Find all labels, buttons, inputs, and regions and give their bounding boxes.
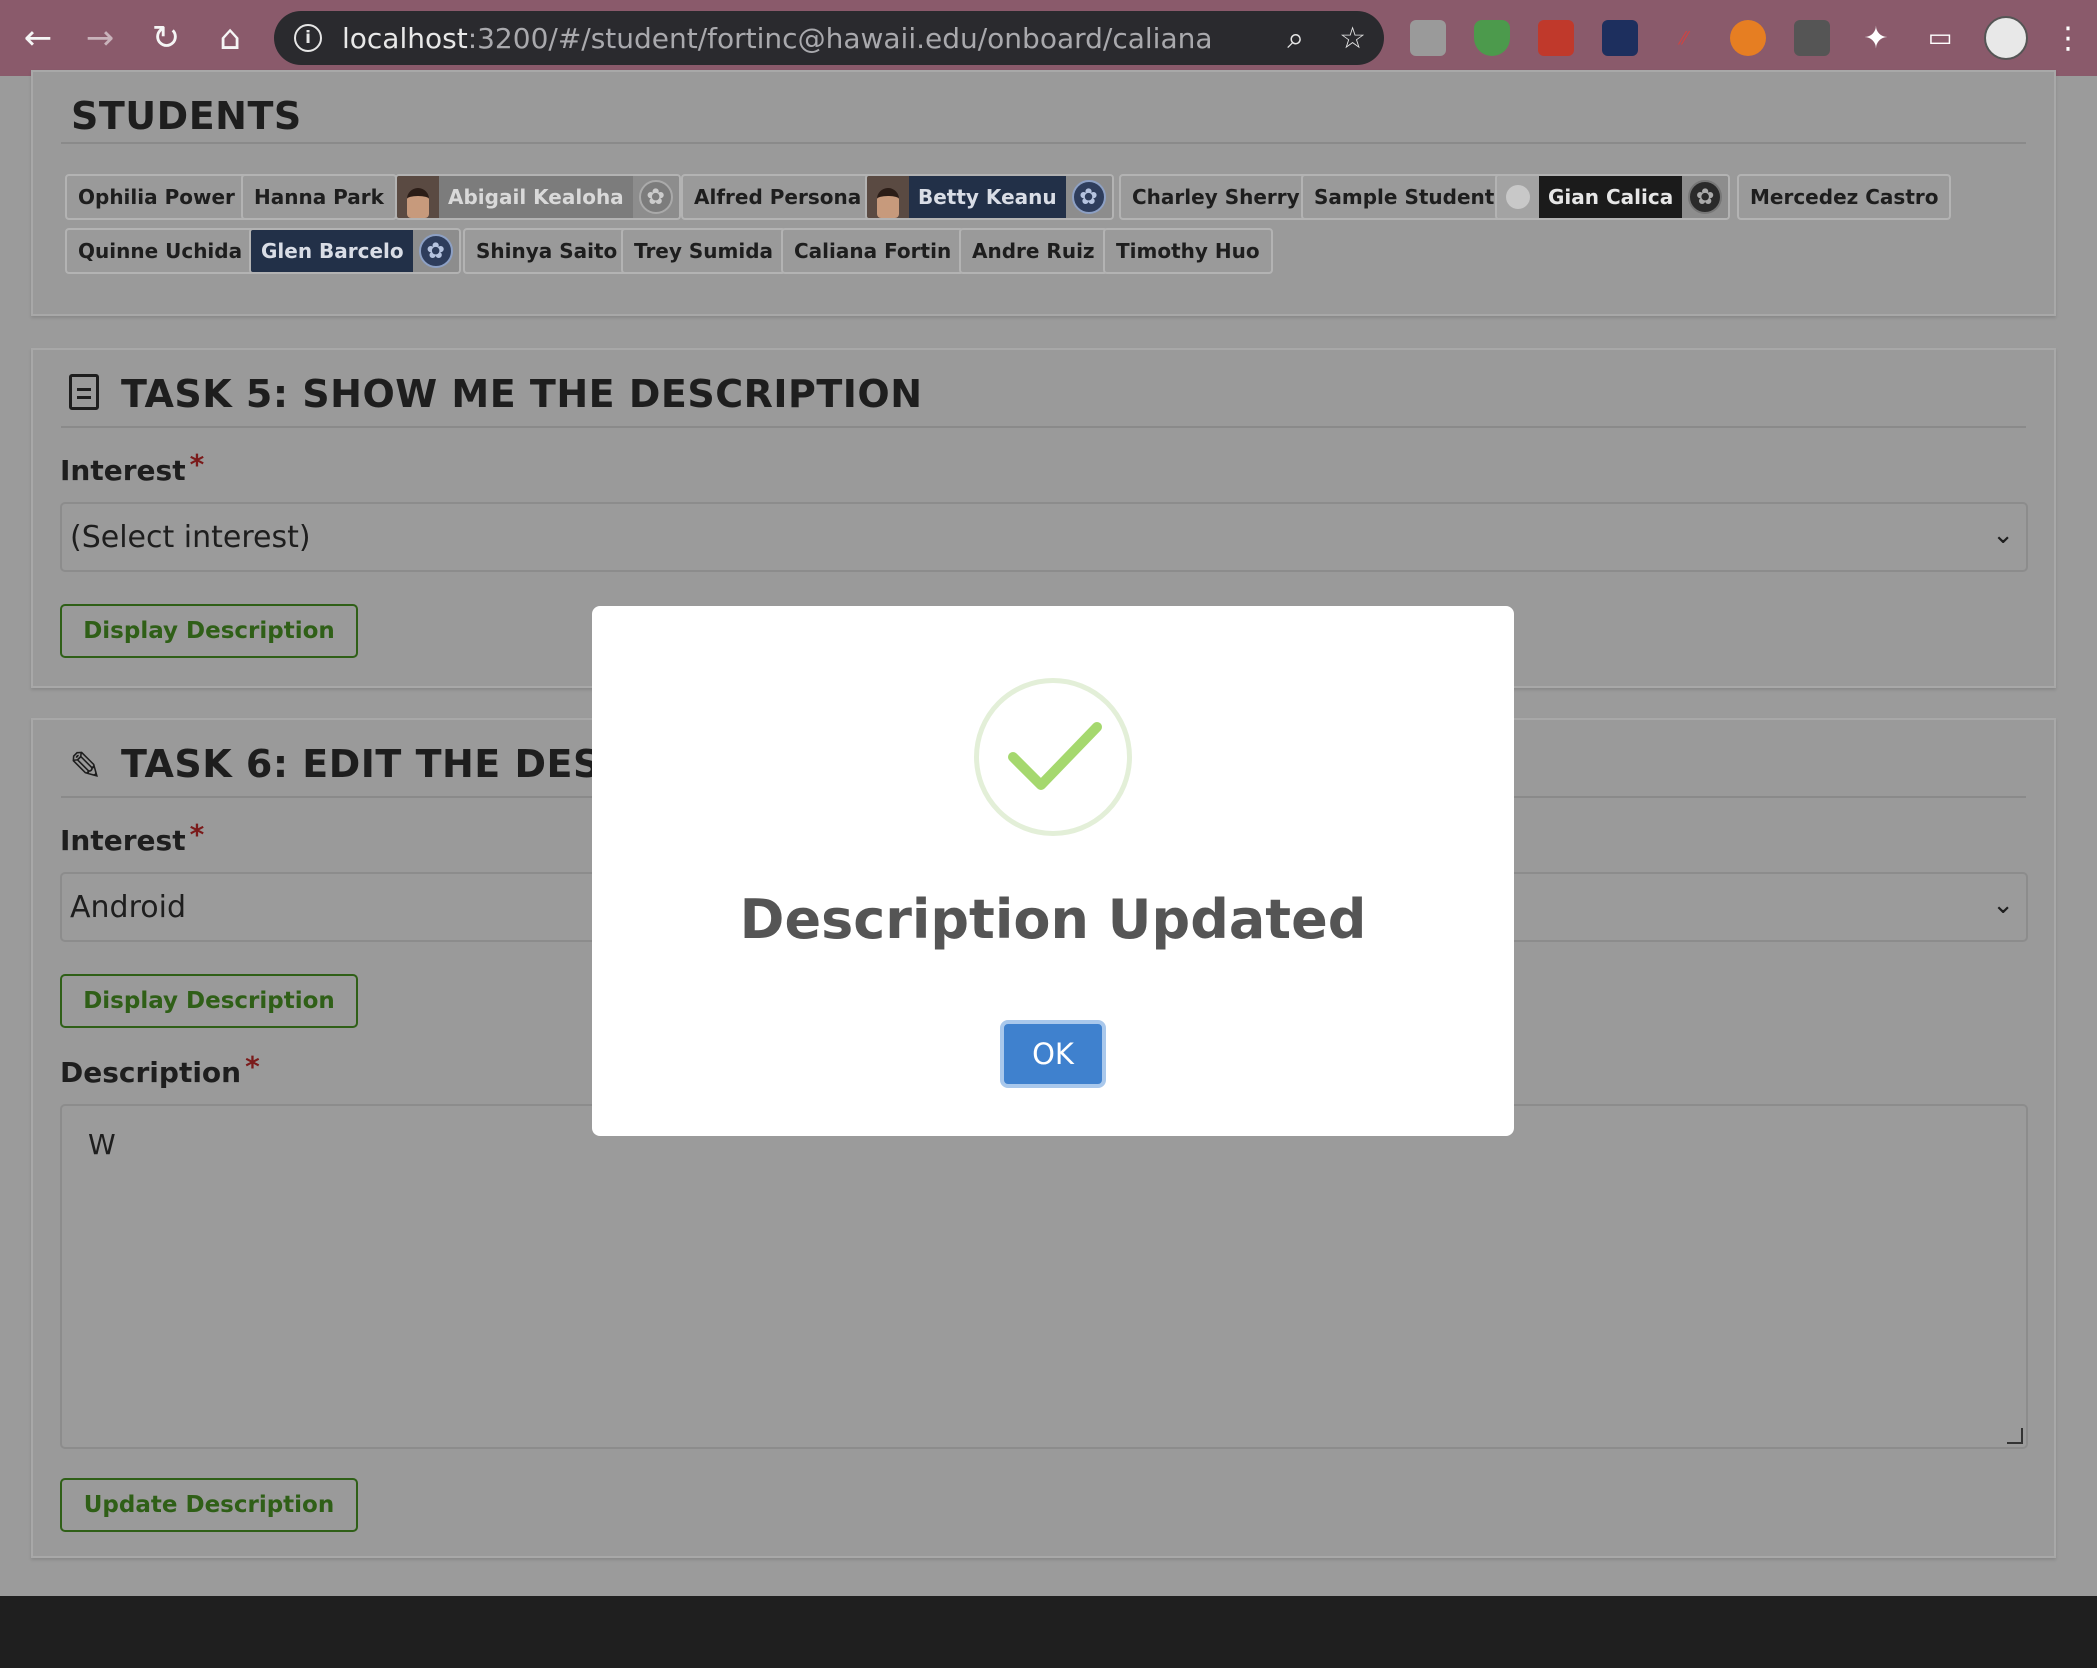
address-bar[interactable]: i localhost:3200/#/student/fortinc@hawai… xyxy=(274,11,1384,65)
extension-color-picker-icon[interactable] xyxy=(1730,20,1766,56)
browser-menu-icon[interactable]: ⋮ xyxy=(2050,20,2086,56)
home-icon[interactable]: ⌂ xyxy=(202,10,258,66)
bookmark-star-icon[interactable]: ☆ xyxy=(1339,21,1366,56)
back-arrow-icon[interactable]: ← xyxy=(10,10,66,66)
cast-icon[interactable]: ▭ xyxy=(1922,20,1958,56)
forward-arrow-icon[interactable]: → xyxy=(72,10,128,66)
extension-stripes-icon[interactable]: ⁄⁄ xyxy=(1666,20,1702,56)
success-check-icon xyxy=(974,678,1132,836)
extension-leoh-icon[interactable] xyxy=(1410,20,1446,56)
modal-title: Description Updated xyxy=(739,888,1367,951)
browser-toolbar: ← → ↻ ⌂ i localhost:3200/#/student/forti… xyxy=(0,0,2097,76)
extension-anime-icon[interactable] xyxy=(1794,20,1830,56)
url-text[interactable]: localhost:3200/#/student/fortinc@hawaii.… xyxy=(342,22,1213,55)
site-info-icon[interactable]: i xyxy=(294,24,322,52)
extension-react-icon[interactable] xyxy=(1538,20,1574,56)
success-modal: Description Updated OK xyxy=(592,606,1514,1136)
extension-devtools-icon[interactable] xyxy=(1602,20,1638,56)
checkmark-icon xyxy=(1008,722,1102,790)
zoom-icon[interactable]: ⌕ xyxy=(1287,21,1304,56)
profile-avatar[interactable] xyxy=(1984,16,2028,60)
url-path: :3200/#/student/fortinc@hawaii.edu/onboa… xyxy=(467,21,1213,55)
url-host: localhost xyxy=(342,21,468,55)
reload-icon[interactable]: ↻ xyxy=(138,10,194,66)
ok-button[interactable]: OK xyxy=(1000,1020,1106,1088)
extension-shield-icon[interactable] xyxy=(1474,20,1510,56)
extensions-puzzle-icon[interactable]: ✦ xyxy=(1858,20,1894,56)
